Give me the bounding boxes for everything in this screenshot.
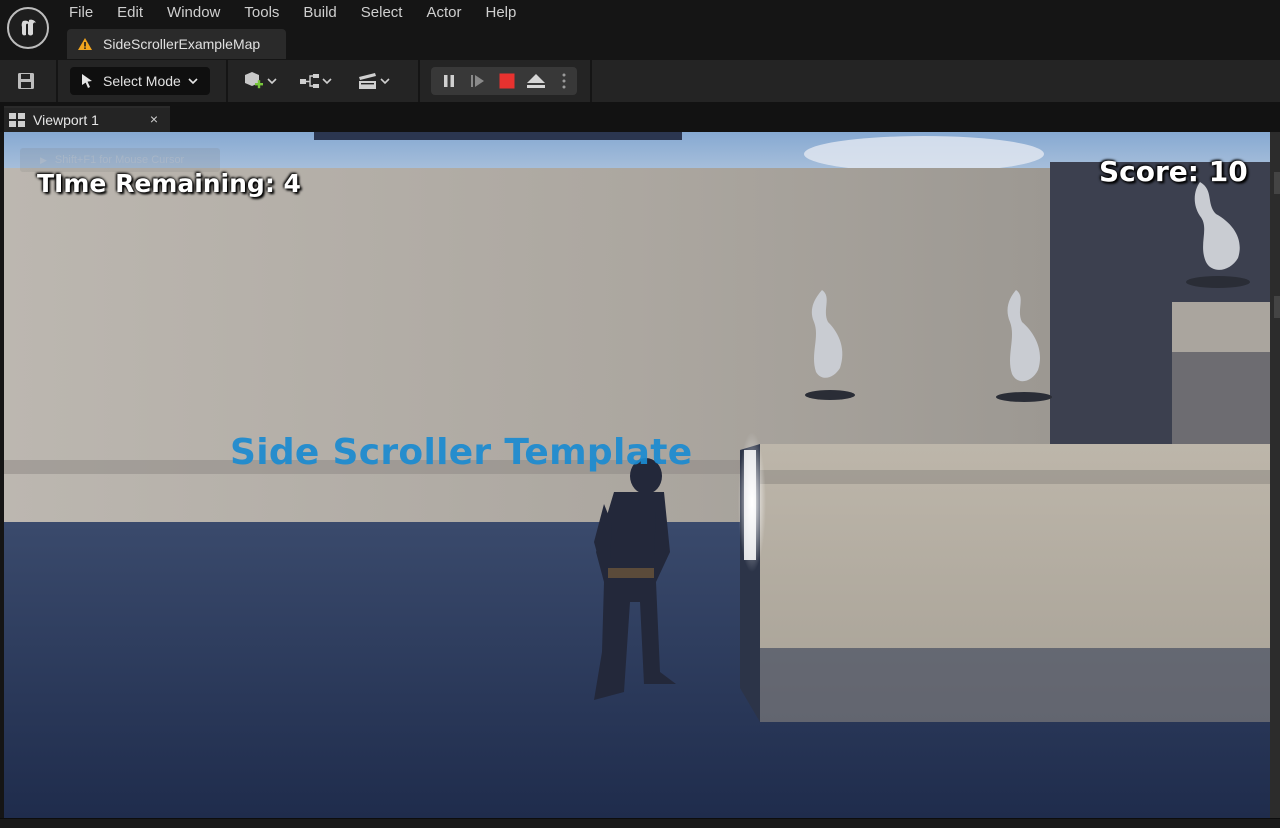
select-mode-label: Select Mode (103, 73, 181, 89)
menu-build[interactable]: Build (291, 4, 348, 22)
cinematics-button[interactable] (357, 69, 391, 93)
save-icon (18, 73, 34, 89)
blueprints-button[interactable] (299, 69, 333, 93)
save-button[interactable] (12, 69, 40, 93)
cursor-select-icon (82, 74, 92, 88)
viewport-tab-strip: Viewport 1 × (0, 102, 1280, 132)
main-menu: File Edit Window Tools Build Select Acto… (60, 4, 528, 22)
eject-icon (527, 74, 545, 88)
stop-button[interactable] (493, 67, 521, 95)
pause-icon (444, 75, 454, 87)
warning-icon (78, 38, 92, 50)
main-toolbar: Select Mode (0, 60, 1280, 102)
game-scene (4, 132, 1270, 818)
menu-bar: File Edit Window Tools Build Select Acto… (0, 0, 1280, 60)
menu-help[interactable]: Help (474, 4, 529, 22)
stop-icon (499, 73, 515, 89)
side-panel-marker (1274, 172, 1280, 194)
advance-frame-button[interactable] (464, 67, 492, 95)
menu-edit[interactable]: Edit (105, 4, 155, 22)
viewport-layout-icon (9, 113, 25, 127)
side-panel-marker (1274, 296, 1280, 318)
chevron-down-icon (267, 78, 277, 85)
toolbar-separator (56, 60, 58, 102)
eject-button[interactable] (522, 67, 550, 95)
play-options-button[interactable] (551, 67, 577, 95)
play-controls (431, 67, 577, 95)
hud-score: Score: 10 (1099, 155, 1248, 188)
level-tab-label: SideScrollerExampleMap (103, 36, 261, 52)
unreal-logo-icon[interactable] (7, 7, 49, 49)
toolbar-separator (226, 60, 228, 102)
add-actor-button[interactable] (242, 69, 278, 93)
menu-tools[interactable]: Tools (232, 4, 291, 22)
menu-select[interactable]: Select (349, 4, 415, 22)
cinematics-icon (359, 73, 376, 89)
close-icon[interactable]: × (150, 111, 158, 127)
chevron-down-icon (380, 78, 390, 85)
hud-time-remaining: TIme Remaining: 4 (37, 169, 301, 198)
pause-button[interactable] (435, 67, 463, 95)
chevron-down-icon (188, 78, 198, 85)
menu-actor[interactable]: Actor (414, 4, 473, 22)
select-mode-dropdown[interactable]: Select Mode (70, 67, 210, 95)
menu-window[interactable]: Window (155, 4, 232, 22)
viewport-tab[interactable]: Viewport 1 × (4, 106, 170, 132)
game-viewport[interactable]: ▶ Shift+F1 for Mouse Cursor Side Scrolle… (4, 132, 1270, 818)
world-title-text: Side Scroller Template (230, 432, 693, 473)
unreal-logo-glyph (21, 19, 36, 36)
viewport-tab-label: Viewport 1 (33, 112, 99, 128)
play-arrow-icon: ▶ (40, 154, 47, 165)
chevron-down-icon (322, 78, 332, 85)
toolbar-separator (418, 60, 420, 102)
viewport-side-panel-edge (1270, 132, 1280, 818)
toolbar-separator (590, 60, 592, 102)
menu-file[interactable]: File (60, 4, 105, 22)
more-options-icon (562, 73, 566, 89)
blueprint-icon (300, 74, 319, 88)
add-actor-icon (245, 72, 263, 89)
level-document-tab[interactable]: SideScrollerExampleMap (67, 29, 286, 59)
hint-text: Shift+F1 for Mouse Cursor (54, 154, 185, 166)
advance-frame-icon (471, 75, 484, 87)
